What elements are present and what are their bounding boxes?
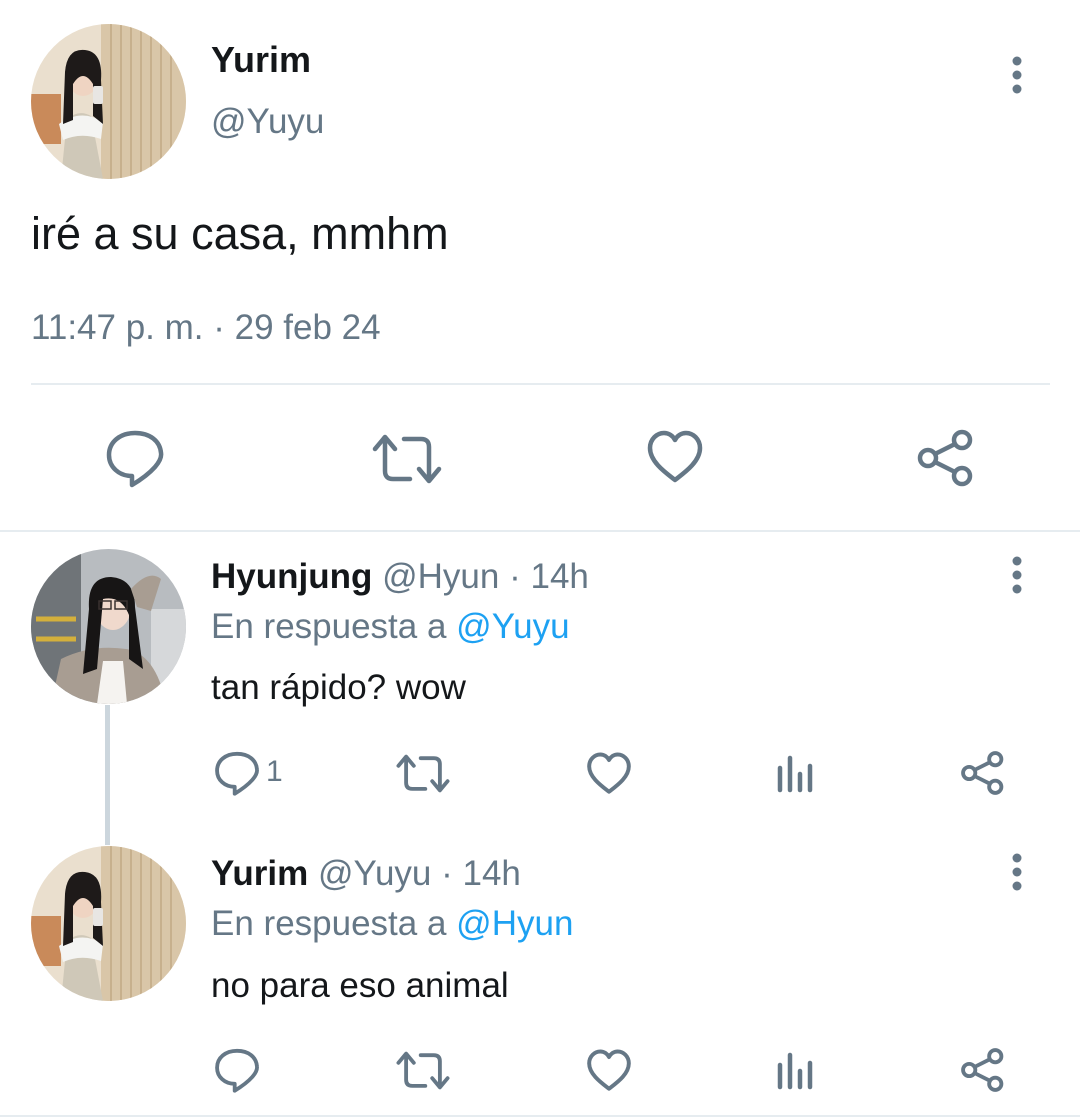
share-icon[interactable] [960,750,1006,796]
reply-context-label: En respuesta a [211,607,447,646]
share-icon[interactable] [960,1047,1006,1093]
retweet-icon[interactable] [396,752,450,795]
share-icon[interactable] [916,428,976,488]
retweet-icon[interactable] [396,1049,450,1092]
retweet-icon[interactable] [372,431,442,487]
reply-icon[interactable] [214,1047,260,1093]
reply-context-mention[interactable]: @Yuyu [456,607,569,646]
thread-line [105,705,110,845]
reply-context-label: En respuesta a [211,904,447,943]
divider [31,383,1050,385]
author-display-name[interactable]: Yurim [211,38,311,82]
analytics-icon[interactable] [776,754,816,794]
section-divider [0,1115,1080,1117]
reply-context-mention[interactable]: @Hyun [456,904,573,943]
more-options-icon[interactable] [1007,556,1027,600]
tweet-text: no para eso animal [211,966,509,1005]
reply-icon[interactable] [105,428,165,488]
like-icon[interactable] [646,430,704,484]
more-options-icon[interactable] [1007,853,1027,897]
like-icon[interactable] [586,1049,632,1092]
more-options-icon[interactable] [1007,56,1027,100]
author-display-name[interactable]: Yurim [211,854,308,893]
author-handle[interactable]: @Yuyu [211,100,324,144]
reply-context: En respuesta a @Hyun [211,902,573,946]
relative-time[interactable]: 14h [530,557,588,596]
tweet-header: Hyunjung @Hyun · 14h [211,555,589,599]
author-handle[interactable]: @Hyun [382,557,499,596]
author-display-name[interactable]: Hyunjung [211,557,372,596]
author-handle[interactable]: @Yuyu [318,854,431,893]
reply-context: En respuesta a @Yuyu [211,605,570,649]
avatar-hyunjung[interactable] [31,549,186,704]
tweet-text: iré a su casa, mmhm [31,208,449,259]
avatar-yurim[interactable] [31,846,186,1001]
like-icon[interactable] [586,752,632,795]
relative-time[interactable]: 14h [463,854,521,893]
tweet-timestamp[interactable]: 11:47 p. m. · 29 feb 24 [31,306,381,350]
separator-dot: · [509,557,521,596]
separator-dot: · [441,854,453,893]
reply-count: 1 [266,755,283,788]
section-divider [0,530,1080,532]
reply-icon[interactable] [214,750,260,796]
tweet-text: tan rápido? wow [211,668,466,707]
analytics-icon[interactable] [776,1051,816,1091]
tweet-header: Yurim @Yuyu · 14h [211,852,521,896]
avatar-yurim[interactable] [31,24,186,179]
